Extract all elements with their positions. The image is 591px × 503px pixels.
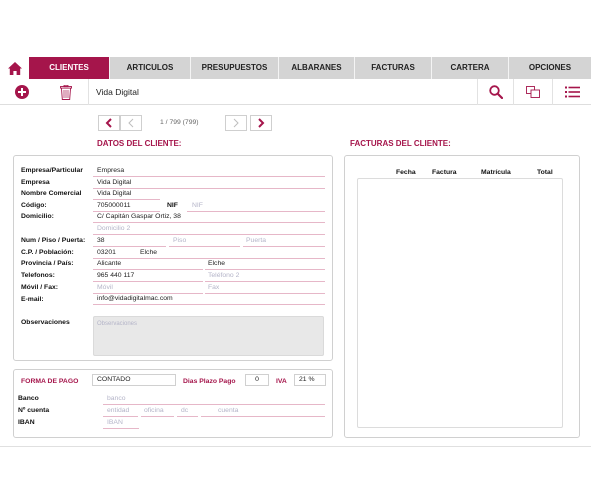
observaciones-label: Observaciones: [21, 319, 70, 326]
domicilio-field[interactable]: C/ Capitán Gaspar Ortiz, 38: [97, 213, 181, 220]
chevron-right-icon: [233, 118, 239, 128]
email-field[interactable]: info@vidadigitalmac.com: [97, 295, 173, 302]
cp-poblacion-label: C.P. / Población:: [21, 249, 74, 256]
list-view-button[interactable]: [553, 79, 591, 105]
iban-label: IBAN: [18, 419, 35, 426]
iva-field[interactable]: 21 %: [294, 374, 326, 386]
nif-label: NIF: [167, 202, 178, 209]
codigo-field[interactable]: 705000011: [97, 202, 131, 209]
client-data-title: DATOS DEL CLIENTE:: [97, 139, 182, 148]
current-client-name: Vida Digital: [96, 87, 139, 97]
poblacion-field[interactable]: Elche: [140, 249, 157, 256]
entidad-field[interactable]: entidad: [107, 407, 129, 414]
telefonos-label: Telefonos:: [21, 272, 55, 279]
iban-field[interactable]: IBAN: [107, 419, 123, 426]
list-icon: [564, 86, 580, 98]
num-piso-puerta-label: Num / Piso / Puerta:: [21, 237, 86, 244]
piso-field[interactable]: Piso: [173, 237, 186, 244]
observaciones-placeholder: Observaciones: [97, 321, 138, 327]
tab-articulos[interactable]: ARTICULOS: [109, 57, 190, 79]
footer-divider: [0, 446, 591, 447]
record-position: 1 / 799 (799): [160, 119, 199, 126]
tab-presupuestos[interactable]: PRESUPUESTOS: [190, 57, 278, 79]
oficina-field[interactable]: oficina: [144, 407, 164, 414]
puerta-field[interactable]: Puerta: [246, 237, 266, 244]
dc-field[interactable]: dc: [181, 407, 188, 414]
copy-icon: [526, 86, 540, 98]
column-header-total: Total: [537, 169, 553, 176]
banco-field[interactable]: banco: [107, 395, 126, 402]
nombre-comercial-field[interactable]: Vida Digital: [97, 190, 131, 197]
search-icon: [488, 85, 503, 99]
tab-opciones[interactable]: OPCIONES: [508, 57, 591, 79]
plus-circle-icon: [15, 85, 29, 99]
telefono-1-field[interactable]: 965 440 117: [97, 272, 134, 279]
toolbar: Vida Digital: [0, 79, 591, 105]
toolbar-divider: [88, 79, 89, 105]
observaciones-textarea[interactable]: Observaciones: [93, 316, 324, 356]
n-cuenta-label: Nº cuenta: [18, 407, 50, 414]
cuenta-field[interactable]: cuenta: [218, 407, 238, 414]
chevron-right-icon: [258, 118, 265, 128]
duplicate-button[interactable]: [514, 79, 552, 105]
movil-field[interactable]: Móvil: [97, 284, 113, 291]
client-invoices-title: FACTURAS DEL CLIENTE:: [350, 139, 451, 148]
pais-field[interactable]: Elche: [208, 260, 225, 267]
movil-fax-label: Móvil / Fax:: [21, 284, 59, 291]
trash-icon: [60, 84, 72, 100]
invoices-list[interactable]: [357, 178, 563, 428]
chevron-left-icon: [105, 118, 112, 128]
nif-field[interactable]: NIF: [192, 202, 203, 209]
iva-label: IVA: [276, 378, 287, 385]
tab-albaranes[interactable]: ALBARANES: [278, 57, 354, 79]
domicilio-2-field[interactable]: Domicilio 2: [97, 225, 130, 232]
empresa-field[interactable]: Vida Digital: [97, 179, 131, 186]
domicilio-label: Domicilio:: [21, 213, 54, 220]
tab-clientes[interactable]: CLIENTES: [29, 57, 109, 79]
fax-field[interactable]: Fax: [208, 284, 219, 291]
dias-plazo-field[interactable]: 0: [245, 374, 269, 386]
first-record-button[interactable]: [98, 115, 120, 131]
column-header-factura: Factura: [432, 169, 457, 176]
next-record-button[interactable]: [225, 115, 247, 131]
dias-plazo-label: Dias Plazo Pago: [183, 378, 236, 385]
numero-field[interactable]: 38: [97, 237, 105, 244]
empresa-particular-field[interactable]: Empresa: [97, 167, 124, 174]
tab-facturas[interactable]: FACTURAS: [354, 57, 431, 79]
add-button[interactable]: [0, 79, 44, 105]
provincia-field[interactable]: Alicante: [97, 260, 121, 267]
cp-field[interactable]: 03201: [97, 249, 116, 256]
main-tab-bar: CLIENTES ARTICULOS PRESUPUESTOS ALBARANE…: [0, 57, 591, 79]
home-button[interactable]: [0, 57, 29, 79]
telefono-2-field[interactable]: Teléfono 2: [208, 272, 239, 279]
prev-record-button[interactable]: [120, 115, 142, 131]
last-record-button[interactable]: [250, 115, 272, 131]
forma-pago-field[interactable]: CONTADO: [92, 374, 176, 386]
forma-pago-label: FORMA DE PAGO: [21, 378, 79, 385]
empresa-particular-label: Empresa/Particular: [21, 167, 83, 174]
provincia-pais-label: Provincia / País:: [21, 260, 74, 267]
column-header-fecha: Fecha: [396, 169, 416, 176]
chevron-left-icon: [128, 118, 134, 128]
email-label: E-mail:: [21, 296, 44, 303]
search-button[interactable]: [478, 79, 513, 105]
empresa-label: Empresa: [21, 179, 50, 186]
codigo-label: Código:: [21, 202, 47, 209]
tab-cartera[interactable]: CARTERA: [431, 57, 508, 79]
home-icon: [7, 61, 22, 75]
banco-label: Banco: [18, 395, 39, 402]
column-header-matricula: Matrícula: [481, 169, 511, 176]
delete-button[interactable]: [44, 79, 88, 105]
nombre-comercial-label: Nombre Comercial: [21, 190, 82, 197]
